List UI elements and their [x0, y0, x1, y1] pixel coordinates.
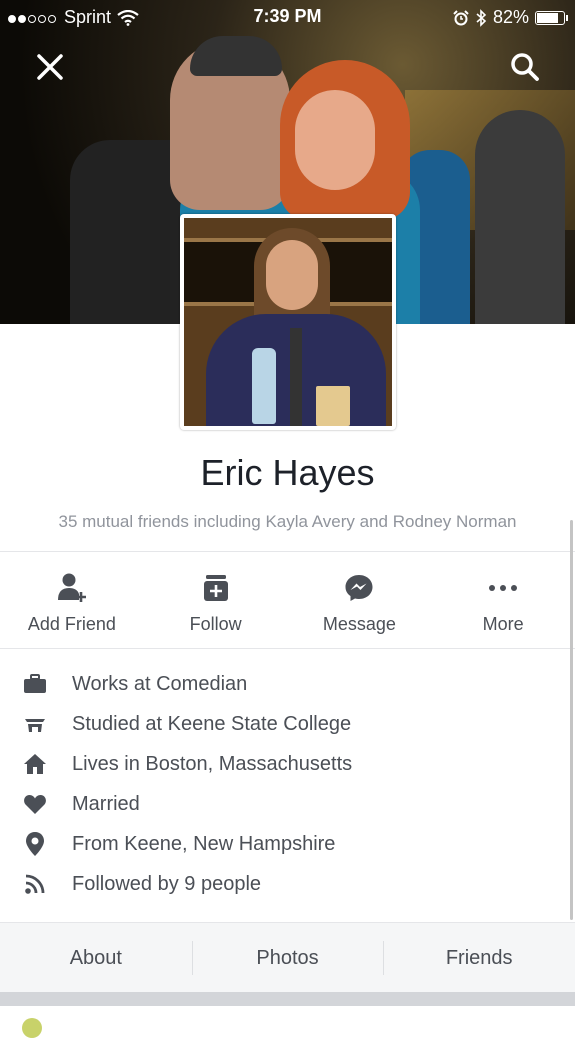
tab-friends[interactable]: Friends [383, 923, 575, 993]
add-friend-button[interactable]: Add Friend [0, 552, 144, 648]
detail-education[interactable]: Studied at Keene State College [0, 704, 575, 744]
detail-residence[interactable]: Lives in Boston, Massachusetts [0, 744, 575, 784]
detail-work-text: Works at Comedian [72, 672, 248, 695]
detail-hometown[interactable]: From Keene, New Hampshire [0, 824, 575, 864]
divider [0, 648, 575, 649]
heart-icon [24, 795, 46, 814]
add-friend-label: Add Friend [27, 614, 116, 634]
detail-relationship-text: Married [72, 792, 140, 815]
add-friend-icon [57, 573, 86, 602]
cover-person-head [170, 36, 290, 210]
profile-picture[interactable] [180, 214, 396, 430]
bluetooth-icon [476, 8, 487, 27]
home-icon [24, 754, 46, 774]
tab-about[interactable]: About [0, 923, 192, 993]
more-button[interactable]: More [431, 552, 575, 648]
close-icon [37, 54, 63, 80]
follow-icon [203, 575, 228, 601]
location-pin-icon [26, 832, 44, 856]
more-label: More [482, 614, 524, 634]
message-button[interactable]: Message [288, 552, 432, 648]
battery-icon [535, 10, 568, 25]
rss-icon [25, 874, 45, 894]
avatar [184, 218, 392, 426]
detail-followers-text: Followed by 9 people [72, 872, 262, 895]
section-separator [0, 992, 575, 1006]
alarm-icon [453, 9, 469, 25]
detail-hometown-text: From Keene, New Hampshire [72, 832, 336, 855]
profile-tabs: About Photos Friends [0, 922, 575, 993]
messenger-icon [345, 575, 373, 601]
profile-action-bar: Add Friend Follow Message More [0, 552, 575, 648]
scrollbar[interactable] [570, 520, 573, 920]
more-icon [489, 585, 518, 591]
profile-name: Eric Hayes [200, 452, 375, 493]
tab-photos[interactable]: Photos [191, 923, 384, 993]
search-icon [511, 53, 539, 81]
mutual-friends-text[interactable]: 35 mutual friends including Kayla Avery … [0, 512, 575, 532]
graduation-cap-icon [25, 719, 45, 732]
briefcase-icon [24, 674, 46, 693]
detail-relationship[interactable]: Married [0, 784, 575, 824]
close-button[interactable] [33, 50, 67, 84]
cover-background-person [475, 110, 565, 324]
detail-work[interactable]: Works at Comedian [0, 664, 575, 704]
next-card-avatar [22, 1018, 42, 1038]
detail-education-text: Studied at Keene State College [72, 712, 352, 735]
cover-person-head [280, 60, 410, 220]
follow-button[interactable]: Follow [144, 552, 288, 648]
next-card [0, 1006, 575, 1038]
battery-percent: 82% [492, 7, 529, 27]
detail-followers[interactable]: Followed by 9 people [0, 864, 575, 904]
follow-label: Follow [189, 614, 242, 634]
detail-residence-text: Lives in Boston, Massachusetts [72, 752, 353, 775]
profile-details-list: Works at Comedian Studied at Keene State… [0, 664, 575, 904]
message-label: Message [322, 614, 396, 634]
status-bar: Sprint 7:39 PM 82% [0, 0, 575, 34]
search-button[interactable] [508, 50, 542, 84]
